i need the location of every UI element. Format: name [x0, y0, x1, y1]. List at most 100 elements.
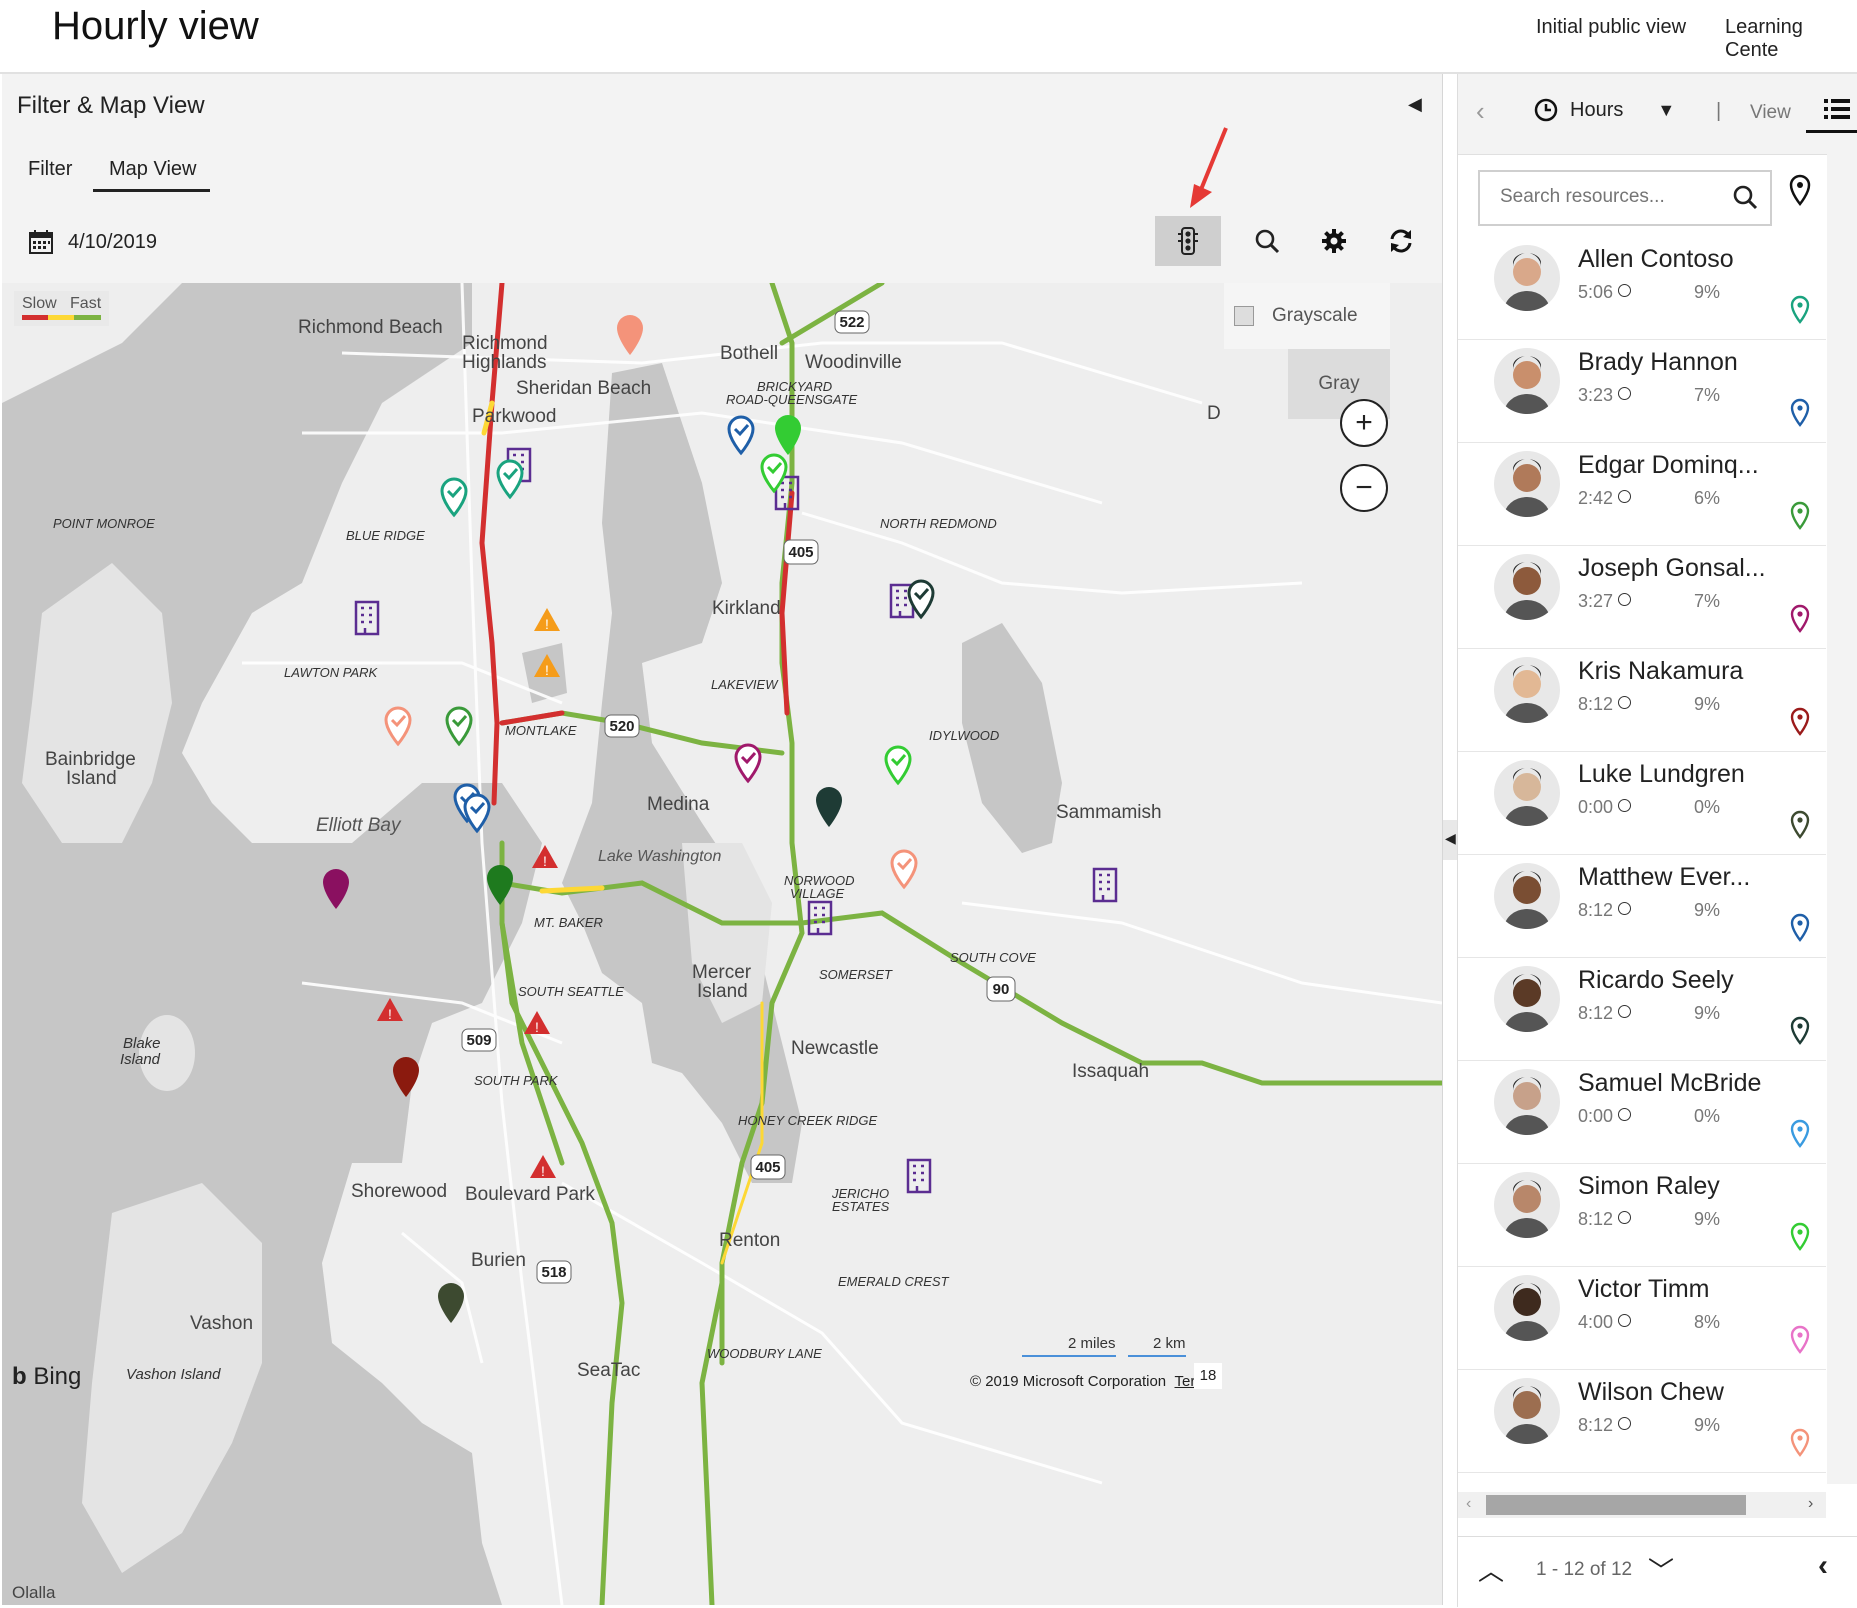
resource-row[interactable]: Edgar Dominq... 2:42 6% [1458, 443, 1826, 546]
pagination-bar: ︿ 1 - 12 of 12 ﹀ ‹ [1458, 1536, 1857, 1608]
resource-time-value: 8:12 [1578, 1003, 1614, 1023]
map-pin-icon[interactable] [1790, 913, 1810, 943]
map-pin-icon[interactable] [1790, 295, 1810, 325]
svg-text:522: 522 [839, 314, 864, 331]
period-selector[interactable]: Hours ▼ [1534, 98, 1675, 122]
resource-utilization: 6% [1694, 488, 1721, 508]
resource-name: Kris Nakamura [1578, 657, 1744, 685]
avatar [1494, 554, 1560, 620]
map-pin-icon[interactable] [1790, 398, 1810, 428]
map-label: HONEY CREEK RIDGE [738, 1113, 878, 1128]
collapse-panel-icon[interactable]: ◀ [1408, 94, 1422, 115]
resource-row[interactable]: Samuel McBride 0:00 0% [1458, 1061, 1826, 1164]
resource-row[interactable]: Joseph Gonsal... 3:27 7% [1458, 546, 1826, 649]
scale-km: 2 km [1153, 1335, 1186, 1352]
map-basemap: ! ! ! ! ! ! 522 405 520 90 509 405 518 [2, 283, 1442, 1605]
style-option-label: Gray [1318, 373, 1360, 394]
resource-time-value: 5:06 [1578, 282, 1614, 302]
map-label: Burien [471, 1250, 526, 1271]
map-label: Newcastle [791, 1038, 879, 1059]
map-pin-icon[interactable] [1790, 810, 1810, 840]
resource-time: 3:27 [1578, 591, 1632, 612]
refresh-button[interactable] [1368, 216, 1434, 266]
tab-map-view[interactable]: Map View [93, 158, 211, 192]
map-label: Boulevard Park [465, 1184, 595, 1205]
map-pin-icon[interactable] [1790, 1222, 1810, 1252]
map-pin-icon[interactable] [1790, 707, 1810, 737]
map-label: MT. BAKER [534, 915, 603, 930]
search-input[interactable] [1498, 185, 1722, 209]
learning-center-link[interactable]: Learning Cente [1725, 16, 1857, 62]
map-pin-icon[interactable] [1790, 501, 1810, 531]
initial-public-view-link[interactable]: Initial public view [1536, 16, 1686, 39]
scale-bar-km [1128, 1355, 1186, 1357]
scroll-right-icon[interactable]: › [1808, 1495, 1813, 1513]
clock-icon [1618, 1108, 1632, 1121]
map-label: ROAD-QUEENSGATE [726, 392, 858, 407]
resource-row[interactable]: Victor Timm 4:00 8% [1458, 1267, 1826, 1370]
map-pin-icon[interactable] [1790, 604, 1810, 634]
bing-text: Bing [33, 1363, 82, 1390]
legend-slow: Slow [22, 295, 57, 312]
map-label: BLUE RIDGE [346, 528, 425, 543]
zoom-out-button[interactable]: − [1340, 464, 1388, 512]
map-settings-button[interactable] [1301, 216, 1367, 266]
map-pin-icon[interactable] [1790, 1119, 1810, 1149]
page-down-icon[interactable]: ﹀ [1648, 1551, 1674, 1588]
resource-row[interactable]: Simon Raley 8:12 9% [1458, 1164, 1826, 1267]
map-label: Shorewood [351, 1181, 448, 1202]
splitter-handle[interactable]: ◀ [1443, 820, 1457, 860]
search-icon[interactable] [1732, 184, 1758, 210]
date-picker[interactable]: 4/10/2019 [28, 229, 157, 255]
minus-icon: − [1355, 471, 1373, 504]
map-label: NORTH REDMOND [880, 516, 997, 531]
resource-name: Allen Contoso [1578, 245, 1734, 273]
view-button[interactable]: View [1750, 102, 1791, 124]
avatar [1494, 1069, 1560, 1135]
clock-icon [1618, 799, 1632, 812]
map-pin-icon[interactable] [1790, 1016, 1810, 1046]
avatar [1494, 966, 1560, 1032]
resource-utilization: 9% [1694, 1209, 1721, 1229]
resource-row[interactable]: Matthew Ever... 8:12 9% [1458, 855, 1826, 958]
scroll-thumb[interactable] [1486, 1495, 1746, 1515]
map-label: EMERALD CREST [838, 1274, 949, 1289]
zoom-in-button[interactable]: + [1340, 399, 1388, 447]
resource-row[interactable]: Kris Nakamura 8:12 9% [1458, 649, 1826, 752]
style-option-grayscale[interactable]: Grayscale [1224, 283, 1390, 349]
plus-icon: + [1355, 406, 1373, 439]
traffic-toggle-button[interactable] [1155, 216, 1221, 266]
map-pin-icon[interactable] [1790, 1428, 1810, 1458]
resource-search-box [1478, 170, 1772, 226]
map-canvas[interactable]: ! ! ! ! ! ! 522 405 520 90 509 405 518 R… [2, 283, 1442, 1605]
resource-row[interactable]: Allen Contoso 5:06 9% [1458, 237, 1826, 340]
scroll-left-icon[interactable]: ‹ [1466, 1495, 1471, 1513]
tab-filter[interactable]: Filter [28, 158, 72, 181]
resource-row[interactable]: Luke Lundgren 0:00 0% [1458, 752, 1826, 855]
resource-time: 5:06 [1578, 282, 1632, 303]
collapse-right-icon[interactable]: ‹ [1818, 1549, 1828, 1583]
svg-text:!: ! [535, 1019, 539, 1035]
resource-utilization: 9% [1694, 1003, 1721, 1023]
map-pin-icon[interactable] [1788, 174, 1812, 206]
resource-time: 4:00 [1578, 1312, 1632, 1333]
traffic-icon [1178, 227, 1198, 255]
map-search-button[interactable] [1234, 216, 1300, 266]
clock-icon [1618, 696, 1632, 709]
horizontal-scrollbar[interactable]: ‹ › [1458, 1492, 1826, 1518]
resource-row[interactable]: Brady Hannon 3:23 7% [1458, 340, 1826, 443]
list-view-button[interactable] [1806, 90, 1857, 133]
clock-icon [1618, 490, 1632, 503]
svg-text:!: ! [541, 1163, 545, 1179]
resource-row[interactable]: Ricardo Seely 8:12 9% [1458, 958, 1826, 1061]
map-pin-icon[interactable] [1790, 1325, 1810, 1355]
page-up-icon[interactable]: ︿ [1478, 1551, 1504, 1588]
map-label: POINT MONROE [53, 516, 155, 531]
map-label: Issaquah [1072, 1061, 1150, 1082]
resource-time-value: 0:00 [1578, 1106, 1614, 1126]
gear-icon [1322, 229, 1346, 253]
clock-icon [1618, 1417, 1632, 1430]
resource-name: Wilson Chew [1578, 1378, 1724, 1406]
resource-row[interactable]: Wilson Chew 8:12 9% [1458, 1370, 1826, 1473]
back-arrow-icon[interactable]: ‹ [1476, 96, 1485, 127]
